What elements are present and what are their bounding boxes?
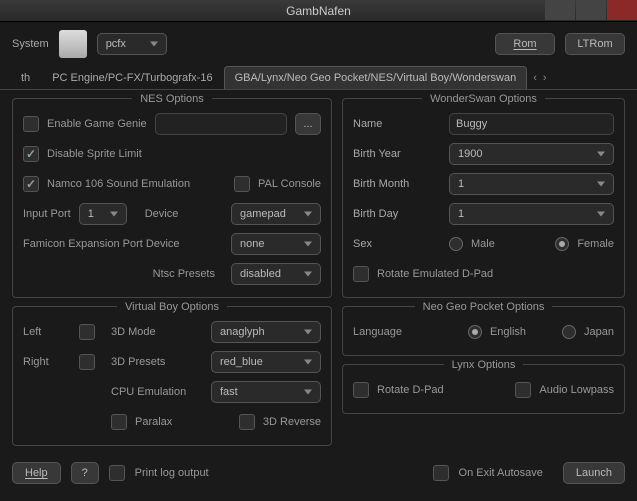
ws-legend: WonderSwan Options — [422, 93, 545, 105]
ws-byear-select[interactable]: 1900 — [449, 143, 614, 165]
namco-label: Namco 106 Sound Emulation — [47, 178, 190, 190]
ws-sex-label: Sex — [353, 238, 441, 250]
vb-left-checkbox[interactable] — [79, 324, 95, 340]
window-buttons — [544, 0, 637, 20]
tab-bar: th PC Engine/PC-FX/Turbografx-16 GBA/Lyn… — [0, 66, 637, 90]
ntsc-select[interactable]: disabled — [231, 263, 321, 285]
nes-legend: NES Options — [132, 93, 212, 105]
pal-label: PAL Console — [258, 178, 321, 190]
ngp-english-radio[interactable] — [468, 325, 482, 339]
lynx-options: Lynx Options Rotate D-Pad Audio Lowpass — [342, 364, 625, 414]
close-button[interactable] — [607, 0, 637, 20]
ngp-legend: Neo Geo Pocket Options — [415, 301, 553, 313]
tab-next-icon[interactable]: › — [543, 72, 547, 84]
bottom-bar: Help ? Print log output On Exit Autosave… — [0, 456, 637, 490]
vb-3dmode-select[interactable]: anaglyph — [211, 321, 321, 343]
namco-checkbox[interactable] — [23, 176, 39, 192]
enable-game-genie-label: Enable Game Genie — [47, 118, 147, 130]
tab-partial[interactable]: th — [10, 66, 41, 89]
lynx-legend: Lynx Options — [444, 359, 524, 371]
ltrom-button[interactable]: LTRom — [565, 33, 625, 55]
lynx-lowpass-checkbox[interactable] — [515, 382, 531, 398]
ngp-english-label: English — [490, 326, 526, 338]
lynx-lowpass-label: Audio Lowpass — [539, 384, 614, 396]
ws-bmonth-select[interactable]: 1 — [449, 173, 614, 195]
ws-bday-select[interactable]: 1 — [449, 203, 614, 225]
print-log-label: Print log output — [135, 467, 209, 479]
vb-cpu-label: CPU Emulation — [111, 386, 186, 398]
ntsc-label: Ntsc Presets — [153, 268, 215, 280]
ws-name-input[interactable]: Buggy — [449, 113, 614, 135]
minimize-button[interactable] — [545, 0, 575, 20]
vb-paralax-checkbox[interactable] — [111, 414, 127, 430]
ws-rotate-checkbox[interactable] — [353, 266, 369, 282]
vb-legend: Virtual Boy Options — [117, 301, 227, 313]
vb-left-label: Left — [23, 326, 71, 338]
vb-3dpresets-label: 3D Presets — [111, 356, 165, 368]
ws-female-label: Female — [577, 238, 614, 250]
tab-prev-icon[interactable]: ‹ — [533, 72, 537, 84]
vb-paralax-label: Paralax — [135, 416, 172, 428]
ws-male-label: Male — [471, 238, 495, 250]
ws-byear-label: Birth Year — [353, 148, 441, 160]
ngp-language-label: Language — [353, 326, 402, 338]
print-log-checkbox[interactable] — [109, 465, 125, 481]
fep-select[interactable]: none — [231, 233, 321, 255]
fep-label: Famicon Expansion Port Device — [23, 238, 180, 250]
tab-pcengine[interactable]: PC Engine/PC-FX/Turbografx-16 — [41, 66, 223, 89]
system-icon — [59, 30, 87, 58]
vb-3dpresets-select[interactable]: red_blue — [211, 351, 321, 373]
ngp-japan-radio[interactable] — [562, 325, 576, 339]
ws-bday-label: Birth Day — [353, 208, 441, 220]
autosave-checkbox[interactable] — [433, 465, 449, 481]
ws-options: WonderSwan Options Name Buggy Birth Year… — [342, 98, 625, 298]
input-port-label: Input Port — [23, 208, 71, 220]
question-button[interactable]: ? — [71, 462, 99, 484]
enable-game-genie-checkbox[interactable] — [23, 116, 39, 132]
vb-cpu-select[interactable]: fast — [211, 381, 321, 403]
system-select[interactable]: pcfx — [97, 33, 167, 55]
pal-checkbox[interactable] — [234, 176, 250, 192]
ws-name-label: Name — [353, 118, 441, 130]
ws-rotate-label: Rotate Emulated D-Pad — [377, 268, 493, 280]
rom-button[interactable]: Rom — [495, 33, 555, 55]
system-label: System — [12, 38, 49, 50]
titlebar: GambNafen — [0, 0, 637, 22]
lynx-rotate-checkbox[interactable] — [353, 382, 369, 398]
vb-right-label: Right — [23, 356, 71, 368]
vb-right-checkbox[interactable] — [79, 354, 95, 370]
lynx-rotate-label: Rotate D-Pad — [377, 384, 444, 396]
ws-male-radio[interactable] — [449, 237, 463, 251]
ngp-japan-label: Japan — [584, 326, 614, 338]
top-toolbar: System pcfx Rom LTRom — [0, 22, 637, 66]
ws-bmonth-label: Birth Month — [353, 178, 441, 190]
window-title: GambNafen — [286, 4, 351, 18]
autosave-label: On Exit Autosave — [459, 467, 543, 479]
ngp-options: Neo Geo Pocket Options Language English … — [342, 306, 625, 356]
nes-options: NES Options Enable Game Genie ... Disabl… — [12, 98, 332, 298]
help-button[interactable]: Help — [12, 462, 61, 484]
content-area: NES Options Enable Game Genie ... Disabl… — [0, 90, 637, 456]
vb-3dmode-label: 3D Mode — [111, 326, 156, 338]
vb-options: Virtual Boy Options Left 3D Mode anaglyp… — [12, 306, 332, 446]
game-genie-input[interactable] — [155, 113, 287, 135]
tab-gba-lynx-ngp-nes-vb-ws[interactable]: GBA/Lynx/Neo Geo Pocket/NES/Virtual Boy/… — [224, 66, 528, 89]
game-genie-browse-button[interactable]: ... — [295, 113, 321, 135]
disable-sprite-limit-label: Disable Sprite Limit — [47, 148, 142, 160]
vb-3dreverse-label: 3D Reverse — [263, 416, 321, 428]
launch-button[interactable]: Launch — [563, 462, 625, 484]
ws-female-radio[interactable] — [555, 237, 569, 251]
maximize-button[interactable] — [576, 0, 606, 20]
device-label: Device — [145, 208, 179, 220]
device-select[interactable]: gamepad — [231, 203, 321, 225]
vb-3dreverse-checkbox[interactable] — [239, 414, 255, 430]
input-port-select[interactable]: 1 — [79, 203, 127, 225]
disable-sprite-limit-checkbox[interactable] — [23, 146, 39, 162]
